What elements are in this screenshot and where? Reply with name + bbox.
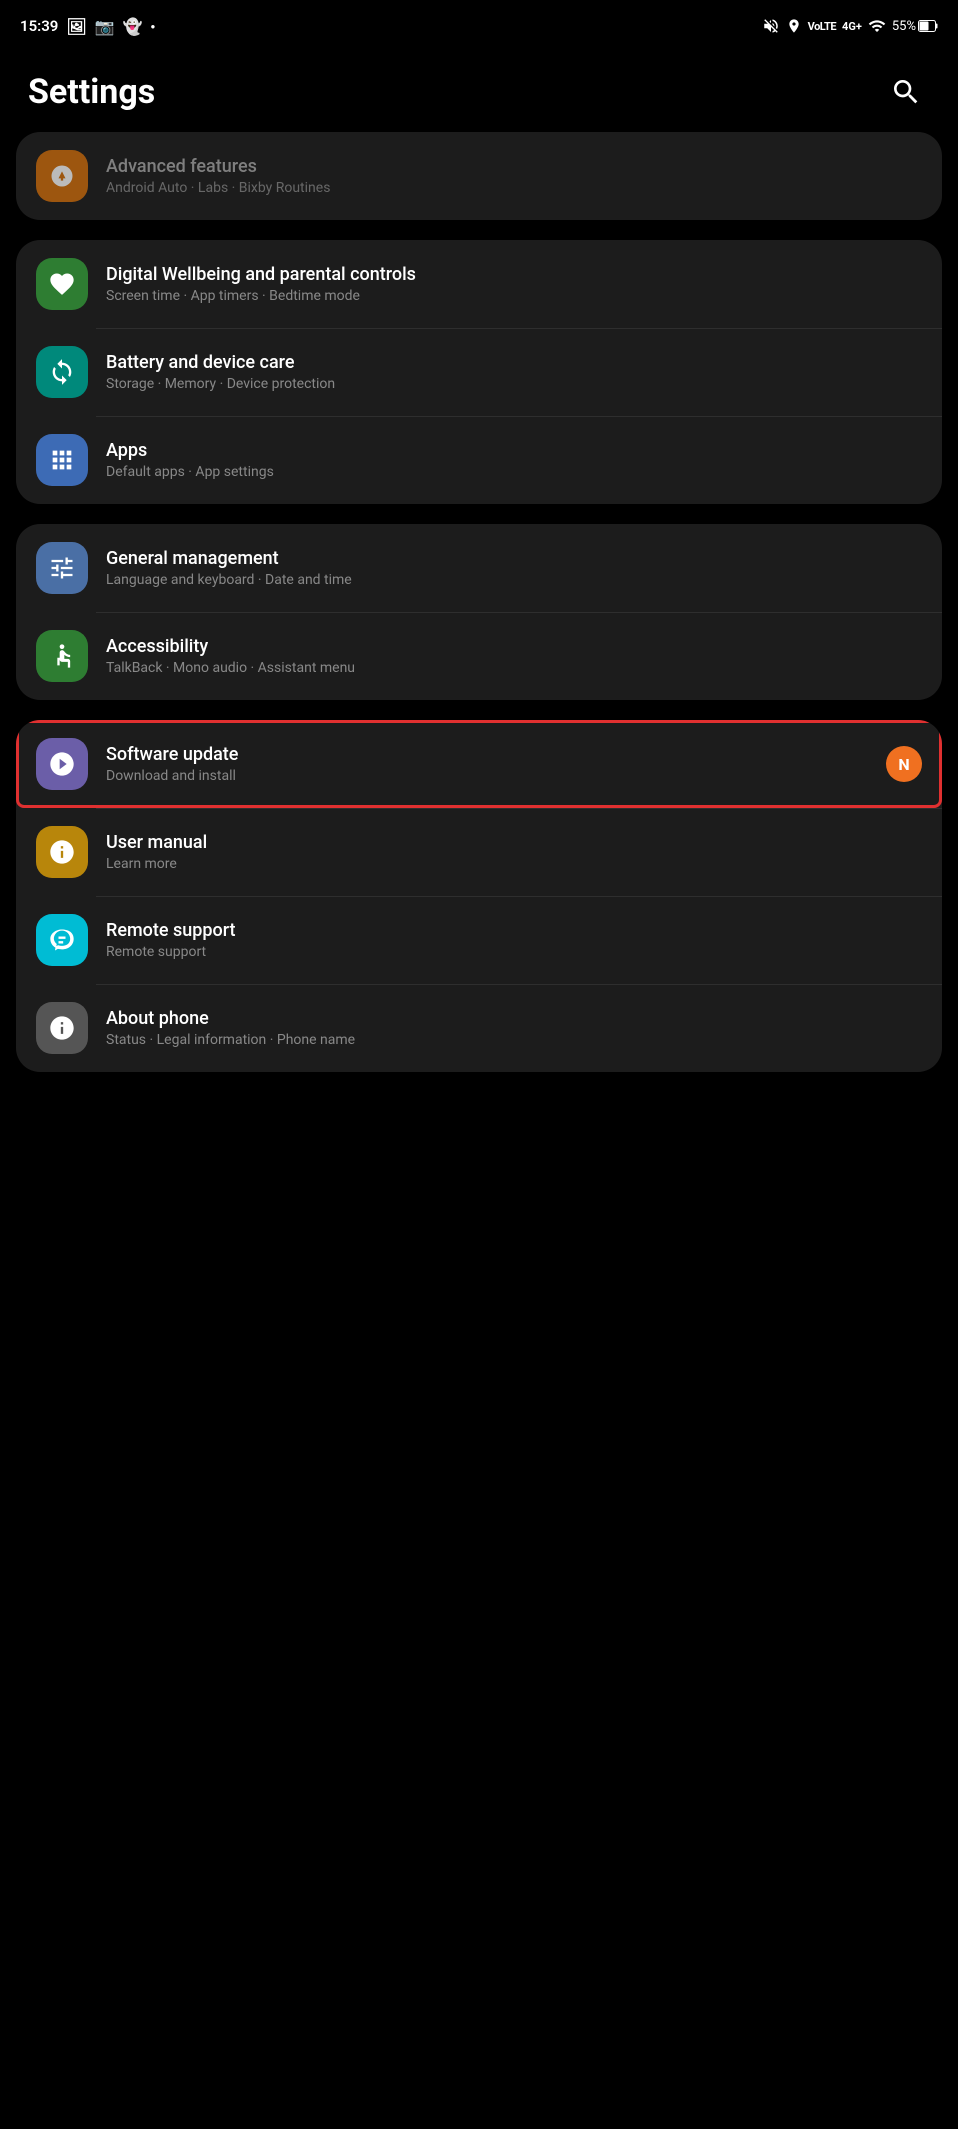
digital-wellbeing-text: Digital Wellbeing and parental controls … (106, 264, 922, 304)
battery-care-subtitle: Storage · Memory · Device protection (106, 376, 922, 392)
advanced-features-icon (36, 150, 88, 202)
notification-badge: N (886, 746, 922, 782)
about-phone-subtitle: Status · Legal information · Phone name (106, 1032, 922, 1048)
general-management-icon (36, 542, 88, 594)
apps-icon (36, 434, 88, 486)
user-manual-icon (36, 826, 88, 878)
general-management-text: General management Language and keyboard… (106, 548, 922, 588)
search-button[interactable] (882, 68, 930, 116)
digital-wellbeing-title: Digital Wellbeing and parental controls (106, 264, 922, 285)
battery-care-icon (36, 346, 88, 398)
settings-item-user-manual[interactable]: User manual Learn more (16, 808, 942, 896)
battery-care-title: Battery and device care (106, 352, 922, 373)
battery-care-text: Battery and device care Storage · Memory… (106, 352, 922, 392)
remote-support-subtitle: Remote support (106, 944, 922, 960)
advanced-features-text: Advanced features Android Auto · Labs · … (106, 156, 922, 196)
advanced-features-subtitle: Android Auto · Labs · Bixby Routines (106, 180, 922, 196)
apps-title: Apps (106, 440, 922, 461)
group-advanced: Advanced features Android Auto · Labs · … (16, 132, 942, 220)
remote-support-icon (36, 914, 88, 966)
location-icon (786, 18, 802, 34)
remote-support-title: Remote support (106, 920, 922, 941)
apps-subtitle: Default apps · App settings (106, 464, 922, 480)
photo-icon: 🖼 (66, 17, 86, 36)
accessibility-text: Accessibility TalkBack · Mono audio · As… (106, 636, 922, 676)
remote-support-text: Remote support Remote support (106, 920, 922, 960)
time-display: 15:39 (20, 17, 58, 35)
mute-icon (762, 17, 780, 35)
battery-percent: 55% (892, 19, 916, 34)
page-title: Settings (28, 72, 155, 112)
status-right: VoLTE 4G+ 55% (762, 17, 938, 35)
battery-display: 55% (892, 19, 938, 34)
accessibility-title: Accessibility (106, 636, 922, 657)
snapchat-icon: 👻 (123, 17, 143, 36)
group-support: Software update Download and install N U… (16, 720, 942, 1072)
digital-wellbeing-subtitle: Screen time · App timers · Bedtime mode (106, 288, 922, 304)
instagram-icon: 📷 (95, 17, 115, 36)
status-time: 15:39 🖼 📷 👻 ● (20, 17, 155, 36)
settings-item-software-update[interactable]: Software update Download and install N (16, 720, 942, 808)
general-management-subtitle: Language and keyboard · Date and time (106, 572, 922, 588)
settings-item-remote-support[interactable]: Remote support Remote support (16, 896, 942, 984)
signal-icon (868, 17, 886, 35)
about-phone-title: About phone (106, 1008, 922, 1029)
user-manual-text: User manual Learn more (106, 832, 922, 872)
apps-text: Apps Default apps · App settings (106, 440, 922, 480)
user-manual-subtitle: Learn more (106, 856, 922, 872)
general-management-title: General management (106, 548, 922, 569)
settings-item-battery-care[interactable]: Battery and device care Storage · Memory… (16, 328, 942, 416)
settings-header: Settings (0, 48, 958, 132)
group-wellbeing: Digital Wellbeing and parental controls … (16, 240, 942, 504)
settings-item-about-phone[interactable]: About phone Status · Legal information ·… (16, 984, 942, 1072)
volte-icon: VoLTE (808, 20, 836, 33)
status-bar: 15:39 🖼 📷 👻 ● VoLTE 4G+ 55% (0, 0, 958, 48)
about-phone-icon (36, 1002, 88, 1054)
software-update-icon (36, 738, 88, 790)
accessibility-subtitle: TalkBack · Mono audio · Assistant menu (106, 660, 922, 676)
settings-item-general-management[interactable]: General management Language and keyboard… (16, 524, 942, 612)
software-update-title: Software update (106, 744, 876, 765)
settings-item-apps[interactable]: Apps Default apps · App settings (16, 416, 942, 504)
badge-label: N (898, 755, 909, 774)
settings-item-digital-wellbeing[interactable]: Digital Wellbeing and parental controls … (16, 240, 942, 328)
4g-icon: 4G+ (842, 20, 862, 33)
software-update-text: Software update Download and install (106, 744, 876, 784)
settings-item-accessibility[interactable]: Accessibility TalkBack · Mono audio · As… (16, 612, 942, 700)
settings-content: Advanced features Android Auto · Labs · … (0, 132, 958, 1072)
about-phone-text: About phone Status · Legal information ·… (106, 1008, 922, 1048)
group-management: General management Language and keyboard… (16, 524, 942, 700)
accessibility-icon (36, 630, 88, 682)
advanced-features-title: Advanced features (106, 156, 922, 177)
digital-wellbeing-icon (36, 258, 88, 310)
settings-item-advanced-features[interactable]: Advanced features Android Auto · Labs · … (16, 132, 942, 220)
user-manual-title: User manual (106, 832, 922, 853)
dot-icon: ● (151, 22, 156, 31)
software-update-subtitle: Download and install (106, 768, 876, 784)
